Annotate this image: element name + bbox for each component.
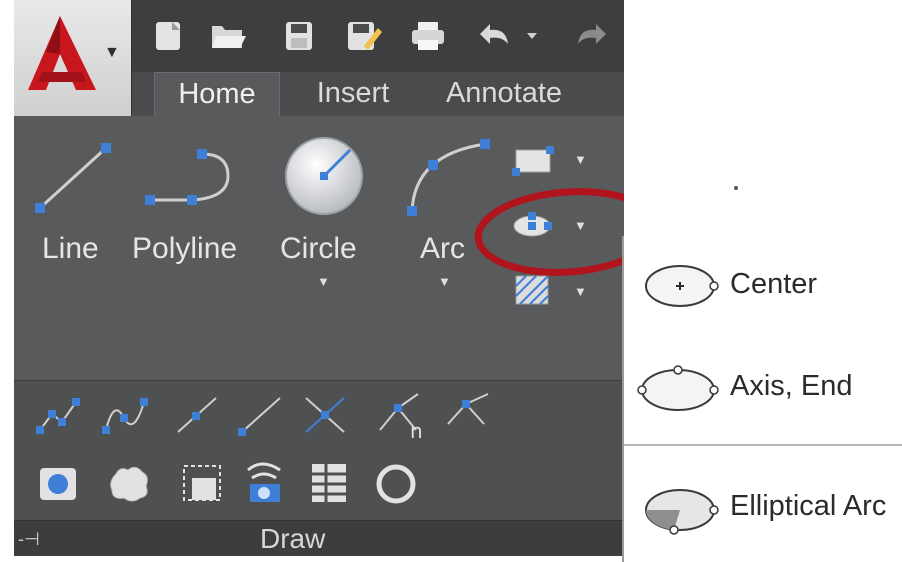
ellipse-center-icon — [645, 265, 719, 307]
ellipse-axis-end-icon — [637, 365, 719, 411]
rectangle-tool-button[interactable] — [510, 142, 556, 183]
cross-line-icon — [305, 397, 345, 433]
point-tool-button[interactable] — [34, 392, 84, 443]
donut-icon — [376, 464, 416, 504]
measure-tool-button[interactable] — [444, 390, 494, 441]
wipeout-icon — [183, 465, 221, 501]
redo-icon[interactable] — [570, 16, 614, 54]
ellipse-dropdown-menu: Center Axis, End Elliptical Arc — [622, 236, 902, 562]
divide-tool-button[interactable]: n — [376, 390, 432, 445]
circle-dropdown-icon[interactable]: ▼ — [317, 274, 330, 289]
polyline-tool-button[interactable] — [142, 140, 238, 217]
undo-dropdown-icon[interactable] — [522, 16, 542, 54]
construction-line-icon — [177, 397, 217, 433]
draw-panel-title-bar[interactable]: -⊣ Draw — [14, 520, 624, 556]
multiple-points-icon — [36, 398, 80, 434]
wipeout-tool-button[interactable] — [180, 462, 226, 511]
menu-item-axis-end[interactable]: Axis, End — [624, 352, 902, 422]
elliptical-arc-icon — [645, 489, 719, 535]
stray-dot — [734, 186, 738, 190]
donut-tool-button[interactable] — [374, 462, 420, 511]
measure-icon — [447, 393, 489, 425]
boundary-tool-button[interactable] — [306, 460, 352, 511]
save-icon[interactable] — [276, 16, 320, 54]
menu-item-label: Elliptical Arc — [730, 490, 887, 522]
region-tool-button[interactable] — [36, 462, 82, 511]
rectangle-dropdown-icon[interactable]: ▼ — [574, 152, 587, 167]
open-folder-icon[interactable] — [206, 16, 250, 54]
divide-icon: n — [379, 393, 423, 443]
highlight-ring — [474, 188, 624, 276]
polyline-icon — [145, 149, 230, 205]
tab-annotate[interactable]: Annotate — [424, 72, 584, 116]
new-file-icon[interactable] — [146, 16, 190, 54]
app-menu-caret-icon: ▼ — [104, 44, 120, 61]
circle-label[interactable]: Circle — [280, 232, 357, 266]
menu-item-elliptical-arc[interactable]: Elliptical Arc — [624, 474, 902, 544]
ray-tool-button[interactable] — [172, 392, 222, 443]
spline-tool-button[interactable] — [100, 392, 150, 443]
xline-tool-button[interactable] — [236, 392, 286, 443]
line-icon — [35, 143, 111, 213]
panel-title: Draw — [260, 523, 326, 554]
line-label[interactable]: Line — [42, 232, 99, 266]
circle-icon — [285, 137, 363, 215]
save-as-icon[interactable] — [340, 16, 384, 54]
multiline-tool-button[interactable] — [300, 392, 350, 443]
region-icon — [40, 468, 76, 500]
spline-icon — [102, 398, 148, 434]
plot-printer-icon[interactable] — [406, 16, 450, 54]
ray-icon — [238, 397, 281, 436]
hatch-dropdown-icon[interactable]: ▼ — [574, 284, 587, 299]
tab-insert[interactable]: Insert — [290, 72, 416, 116]
gradient-icon — [247, 462, 281, 502]
menu-item-label: Center — [730, 268, 818, 300]
tab-home[interactable]: Home — [154, 72, 280, 116]
arc-dropdown-icon[interactable]: ▼ — [438, 274, 451, 289]
revision-cloud-tool-button[interactable] — [106, 462, 152, 511]
circle-tool-button[interactable] — [282, 134, 366, 223]
revision-cloud-icon — [110, 466, 148, 502]
tab-overflow[interactable] — [608, 72, 624, 116]
autocad-window: ▼ Home Insert Annotate Line Polyline Cir… — [14, 0, 624, 556]
ribbon-tabs: Home Insert Annotate — [14, 72, 624, 116]
arc-label[interactable]: Arc — [420, 232, 470, 266]
rectangle-icon — [512, 146, 554, 176]
gradient-tool-button[interactable] — [242, 460, 288, 511]
table-icon — [312, 464, 346, 502]
undo-icon[interactable] — [472, 16, 516, 54]
polyline-label[interactable]: Polyline — [132, 232, 237, 266]
svg-text:n: n — [410, 419, 423, 440]
menu-separator — [624, 444, 902, 446]
pin-panel-icon[interactable]: -⊣ — [18, 529, 40, 550]
menu-item-center[interactable]: Center — [624, 250, 902, 320]
line-tool-button[interactable] — [32, 136, 122, 221]
menu-item-label: Axis, End — [730, 370, 853, 402]
